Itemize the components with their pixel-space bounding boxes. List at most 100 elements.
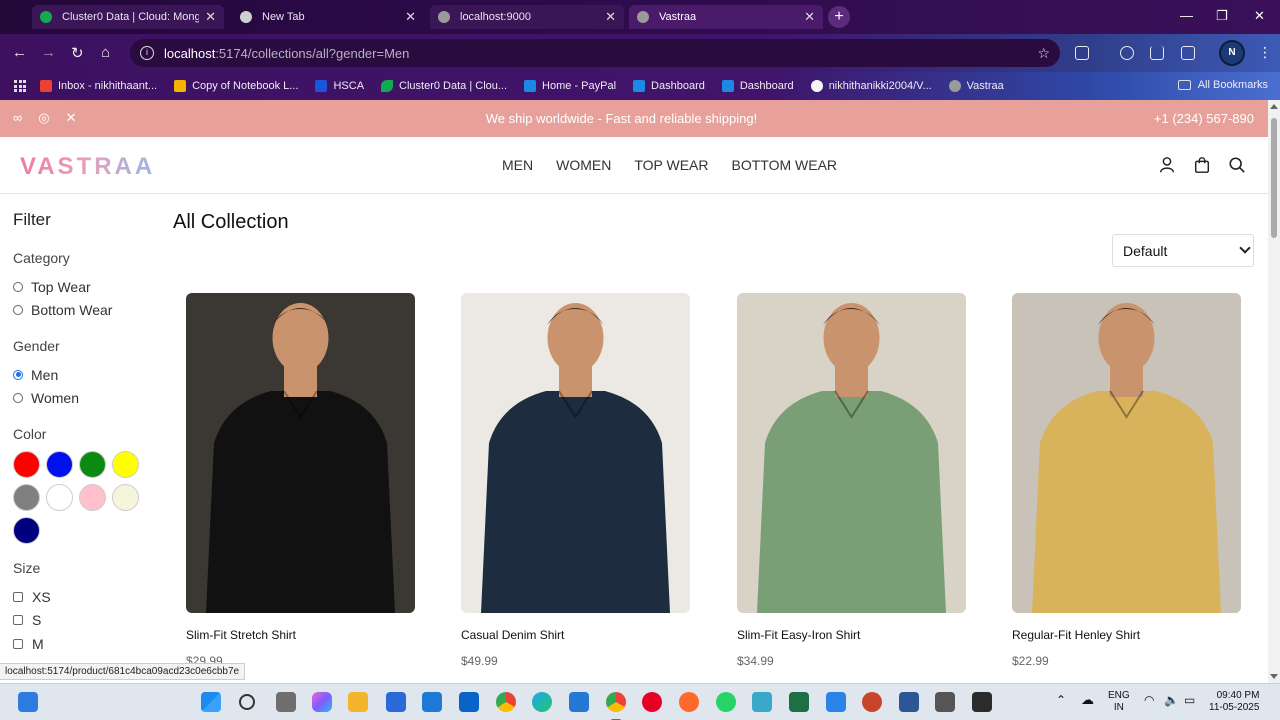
checkbox[interactable]: [13, 591, 23, 602]
color-swatch[interactable]: [46, 484, 73, 511]
bookmark-item[interactable]: nikhithanikki2004/V...: [810, 80, 932, 92]
bookmark-item[interactable]: HSCA: [315, 80, 364, 92]
chrome-profile-icon[interactable]: [606, 692, 626, 720]
language-indicator[interactable]: ENG IN: [1108, 690, 1130, 714]
whatsapp-icon[interactable]: [716, 692, 736, 712]
address-bar[interactable]: i localhost:5174/collections/all?gender=…: [130, 39, 1060, 67]
close-tab-icon[interactable]: ✕: [605, 9, 616, 25]
powerpoint-icon[interactable]: [862, 692, 882, 712]
browser-menu-icon[interactable]: ⋮: [1258, 44, 1272, 61]
product-card[interactable]: Slim-Fit Easy-Iron Shirt $34.99: [737, 293, 966, 668]
battery-icon[interactable]: ▭: [1184, 694, 1195, 706]
size-option-s[interactable]: S: [13, 609, 153, 633]
extensions-icon[interactable]: [1075, 46, 1089, 60]
new-tab-button[interactable]: +: [828, 6, 850, 28]
close-tab-icon[interactable]: ✕: [405, 9, 416, 25]
color-swatch[interactable]: [13, 484, 40, 511]
reload-icon[interactable]: ↻: [71, 44, 84, 62]
edge-icon[interactable]: [532, 692, 552, 712]
postman-icon[interactable]: [679, 692, 699, 712]
color-swatch[interactable]: [112, 451, 139, 478]
product-name[interactable]: Casual Denim Shirt: [461, 628, 690, 642]
apps-grid-icon[interactable]: [14, 80, 26, 92]
history-icon[interactable]: [1120, 46, 1134, 60]
all-bookmarks-button[interactable]: All Bookmarks: [1177, 79, 1268, 91]
bookmark-item[interactable]: Dashboard: [633, 80, 705, 92]
product-name[interactable]: Regular-Fit Henley Shirt: [1012, 628, 1241, 642]
page-scrollbar[interactable]: [1268, 100, 1280, 683]
browser-tab[interactable]: localhost:9000 ✕: [430, 5, 624, 29]
site-info-icon[interactable]: i: [140, 46, 154, 60]
nav-bottom-wear[interactable]: BOTTOM WEAR: [732, 157, 838, 173]
snipping-tool-icon[interactable]: [935, 692, 955, 712]
checkbox[interactable]: [13, 615, 23, 626]
chevron-up-icon[interactable]: ⌃: [1056, 694, 1066, 706]
excel-icon[interactable]: [789, 692, 809, 712]
radio-button[interactable]: [13, 305, 23, 316]
close-tab-icon[interactable]: ✕: [205, 9, 216, 25]
bookmark-star-icon[interactable]: ☆: [1037, 45, 1050, 62]
bookmark-item[interactable]: Cluster0 Data | Clou...: [381, 80, 507, 92]
bookmark-item[interactable]: Dashboard: [721, 80, 794, 92]
store-icon[interactable]: [386, 692, 406, 712]
back-icon[interactable]: ←: [12, 44, 27, 61]
start-icon[interactable]: [201, 692, 221, 712]
widgets-icon[interactable]: [18, 692, 38, 712]
forward-icon[interactable]: →: [41, 44, 56, 61]
product-image[interactable]: [186, 293, 415, 613]
wifi-icon[interactable]: ◠: [1144, 694, 1154, 706]
home-icon[interactable]: ⌂: [101, 44, 110, 61]
word-icon[interactable]: [899, 692, 919, 712]
color-swatch[interactable]: [112, 484, 139, 511]
gender-option-women[interactable]: Women: [13, 387, 153, 411]
profile-avatar[interactable]: N: [1221, 42, 1243, 64]
product-card[interactable]: Slim-Fit Stretch Shirt $29.99: [186, 293, 415, 668]
size-option-xs[interactable]: XS: [13, 585, 153, 609]
product-image[interactable]: [461, 293, 690, 613]
product-image[interactable]: [737, 293, 966, 613]
trash-icon[interactable]: [1181, 46, 1195, 60]
product-name[interactable]: Slim-Fit Easy-Iron Shirt: [737, 628, 966, 642]
minimize-icon[interactable]: —: [1180, 8, 1193, 23]
copilot-icon[interactable]: [312, 692, 332, 712]
nav-top-wear[interactable]: TOP WEAR: [634, 157, 708, 173]
radio-button[interactable]: [13, 281, 23, 292]
color-swatch[interactable]: [13, 517, 40, 544]
browser-tab[interactable]: Cluster0 Data | Cloud: MongoDB ✕: [32, 5, 224, 29]
bookmark-item[interactable]: Home - PayPal: [524, 80, 616, 92]
checkbox[interactable]: [13, 638, 23, 649]
radio-button-selected[interactable]: [13, 369, 23, 380]
size-option-m[interactable]: M: [13, 632, 153, 656]
product-card[interactable]: Regular-Fit Henley Shirt $22.99: [1012, 293, 1241, 668]
outlook-icon[interactable]: [459, 692, 479, 712]
gender-option-men[interactable]: Men: [13, 363, 153, 387]
pinterest-icon[interactable]: [642, 692, 662, 712]
color-swatch[interactable]: [46, 451, 73, 478]
sort-select[interactable]: Default: [1112, 234, 1254, 267]
color-swatch[interactable]: [79, 484, 106, 511]
onedrive-icon[interactable]: ☁: [1081, 693, 1094, 706]
product-name[interactable]: Slim-Fit Stretch Shirt: [186, 628, 415, 642]
download-icon[interactable]: [1150, 46, 1164, 60]
color-swatch[interactable]: [79, 451, 106, 478]
terminal-icon[interactable]: [972, 692, 992, 712]
close-tab-icon[interactable]: ✕: [804, 9, 815, 25]
close-window-icon[interactable]: ✕: [1254, 8, 1265, 24]
scroll-up-icon[interactable]: [1270, 104, 1278, 109]
radio-button[interactable]: [13, 393, 23, 404]
mysql-icon[interactable]: [422, 692, 442, 712]
vscode-icon[interactable]: [569, 692, 589, 712]
todo-icon[interactable]: [826, 692, 846, 712]
chrome-icon[interactable]: [496, 692, 516, 712]
nav-men[interactable]: MEN: [502, 157, 533, 173]
search-icon[interactable]: [1228, 156, 1246, 174]
bookmark-item[interactable]: Copy of Notebook L...: [174, 80, 298, 92]
volume-icon[interactable]: 🔈: [1164, 694, 1179, 706]
user-icon[interactable]: [1158, 156, 1176, 174]
product-image[interactable]: [1012, 293, 1241, 613]
file-explorer-icon[interactable]: [348, 692, 368, 712]
product-card[interactable]: Casual Denim Shirt $49.99: [461, 293, 690, 668]
scroll-down-icon[interactable]: [1270, 674, 1278, 679]
phone-number[interactable]: +1 (234) 567-890: [1154, 111, 1254, 126]
maximize-icon[interactable]: ❐: [1216, 8, 1228, 24]
